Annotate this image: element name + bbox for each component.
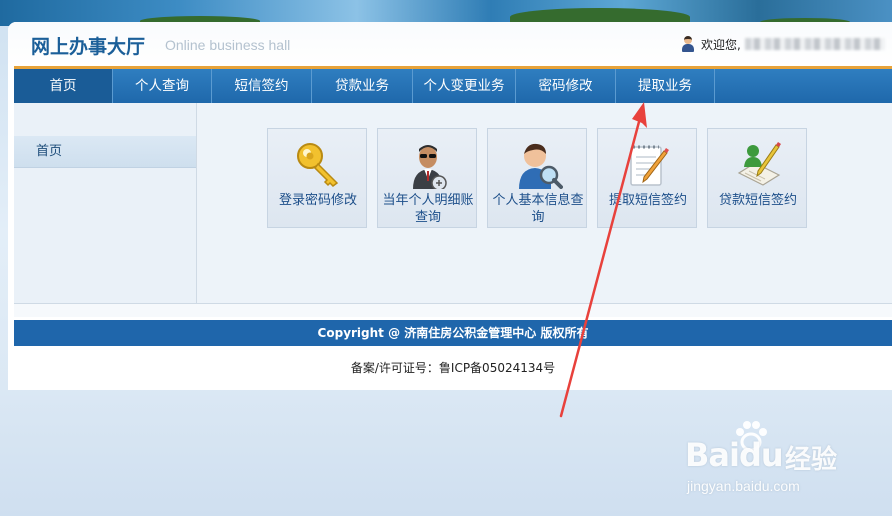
tile-annual-account-query[interactable]: 当年个人明细账查询 xyxy=(377,128,477,228)
user-icon xyxy=(682,36,694,52)
nav-filler xyxy=(715,69,892,103)
watermark-brand: Baidu xyxy=(685,436,784,474)
nav-item-loan-business[interactable]: 贷款业务 xyxy=(312,69,413,103)
content-bottom-strip xyxy=(14,303,892,317)
tile-login-password-change[interactable]: 登录密码修改 xyxy=(267,128,367,228)
copyright-bar: Copyright @ 济南住房公积金管理中心 版权所有 xyxy=(14,320,892,346)
nav-item-personal-change[interactable]: 个人变更业务 xyxy=(413,69,516,103)
welcome-text: 欢迎您, xyxy=(701,37,741,52)
nav-item-password-change[interactable]: 密码修改 xyxy=(516,69,616,103)
icp-license: 备案/许可证号：鲁ICP备05024134号 xyxy=(350,361,556,375)
sidebar: 首页 xyxy=(14,103,197,303)
officer-icon xyxy=(413,145,447,189)
site-subtitle: Online business hall xyxy=(165,37,291,53)
tile-loan-sms-signing[interactable]: 贷款短信签约 xyxy=(707,128,807,228)
tile-label: 个人基本信息查询 xyxy=(492,193,584,225)
tile-label: 贷款短信签约 xyxy=(718,193,797,208)
content-area: 登录密码修改 当年个人明细账查询 个人基本信息查询 提取短信签约 贷款短信签约 xyxy=(197,103,892,303)
nav-item-personal-query[interactable]: 个人查询 xyxy=(113,69,212,103)
user-area: 欢迎您, xyxy=(682,35,885,53)
tile-label: 登录密码修改 xyxy=(278,193,357,208)
sidebar-item-home[interactable]: 首页 xyxy=(14,136,196,168)
page-header: 网上办事大厅 Online business hall 欢迎您, xyxy=(8,22,892,66)
watermark-cn: 经验 xyxy=(785,445,838,475)
notepad-pen-icon xyxy=(630,145,669,186)
tile-label: 提取短信签约 xyxy=(608,193,687,208)
sign-document-icon xyxy=(737,142,781,186)
tile-personal-info-query[interactable]: 个人基本信息查询 xyxy=(487,128,587,228)
nav-item-home[interactable]: 首页 xyxy=(14,69,113,103)
site-title: 网上办事大厅 xyxy=(31,36,146,58)
baidu-watermark: Baidu 经验 jingyan.baidu.com xyxy=(683,421,853,498)
tile-label: 当年个人明细账查询 xyxy=(382,193,474,225)
tile-withdrawal-sms-signing[interactable]: 提取短信签约 xyxy=(597,128,697,228)
nav-item-sms-signing[interactable]: 短信签约 xyxy=(212,69,312,103)
username-redacted xyxy=(744,38,885,50)
nav-item-withdrawal[interactable]: 提取业务 xyxy=(616,69,715,103)
key-icon xyxy=(297,143,339,187)
main-frame: 网上办事大厅 Online business hall 欢迎您, 首页 个人查询… xyxy=(8,22,892,390)
watermark-url: jingyan.baidu.com xyxy=(687,478,800,494)
user-search-icon xyxy=(519,143,563,189)
main-nav: 首页 个人查询 短信签约 贷款业务 个人变更业务 密码修改 提取业务 xyxy=(14,66,892,103)
